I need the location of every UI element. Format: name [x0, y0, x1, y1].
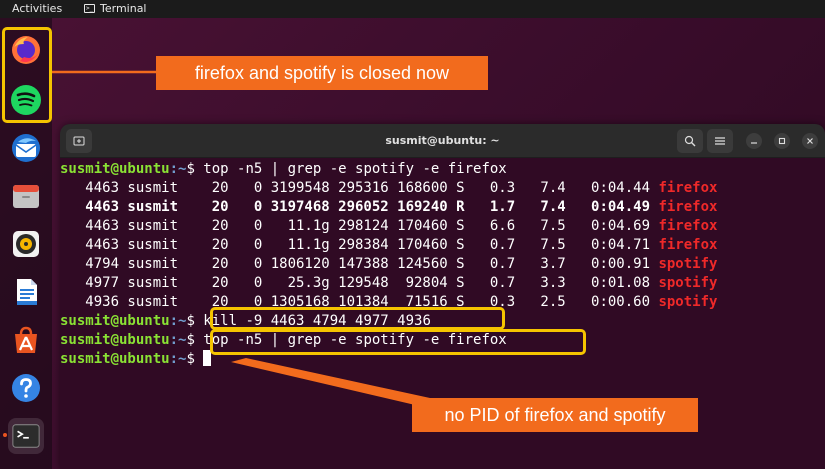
- active-app-menu[interactable]: >_ Terminal: [84, 2, 147, 15]
- help-icon[interactable]: [8, 370, 44, 406]
- prompt-symbol: $: [186, 161, 204, 177]
- prompt-path: :~: [169, 161, 187, 177]
- prompt-user: susmit@ubuntu: [60, 161, 170, 177]
- thunderbird-icon[interactable]: [8, 130, 44, 166]
- active-app-name: Terminal: [100, 2, 147, 15]
- table-row: 4463 susmit 20 0 11.1g 298124 170460 S 6…: [60, 218, 718, 234]
- command-first: top -n5 | grep -e spotify -e firefox: [203, 161, 507, 177]
- minimize-button[interactable]: [746, 133, 762, 149]
- search-icon: [684, 135, 696, 147]
- grep-command-highlight: [210, 329, 586, 355]
- table-row: 4794 susmit 20 0 1806120 147388 124560 S…: [60, 256, 718, 272]
- activities-button[interactable]: Activities: [12, 2, 62, 15]
- search-button[interactable]: [677, 129, 703, 153]
- maximize-button[interactable]: [774, 133, 790, 149]
- hamburger-icon: [715, 137, 725, 145]
- terminal-header-bar[interactable]: susmit@ubuntu: ~: [60, 124, 825, 158]
- table-row: 4463 susmit 20 0 3197468 296052 169240 R…: [60, 199, 718, 215]
- table-row: 4463 susmit 20 0 11.1g 298384 170460 S 0…: [60, 237, 718, 253]
- menu-button[interactable]: [707, 129, 733, 153]
- top-bar: Activities >_ Terminal: [0, 0, 825, 18]
- maximize-icon: [778, 137, 786, 145]
- prompt-line-first: susmit@ubuntu:~$ top -n5 | grep -e spoti…: [60, 160, 507, 179]
- callout-top: firefox and spotify is closed now: [156, 56, 488, 90]
- rhythmbox-icon[interactable]: [8, 226, 44, 262]
- app-center-icon[interactable]: [8, 322, 44, 358]
- running-indicator: [3, 433, 7, 437]
- prompt-line-current[interactable]: susmit@ubuntu:~$: [60, 350, 212, 369]
- callout-bottom: no PID of firefox and spotify: [412, 398, 698, 432]
- terminal-icon[interactable]: [8, 418, 44, 454]
- kill-command-highlight: [210, 307, 505, 330]
- close-button[interactable]: [802, 133, 818, 149]
- writer-icon[interactable]: [8, 274, 44, 310]
- table-row: 4463 susmit 20 0 3199548 295316 168600 S…: [60, 180, 718, 196]
- dock-apps-highlight: [2, 27, 52, 123]
- minimize-icon: [751, 142, 757, 144]
- terminal-mini-icon: >_: [84, 4, 95, 13]
- close-icon: [807, 138, 813, 144]
- files-icon[interactable]: [8, 178, 44, 214]
- table-row: 4977 susmit 20 0 25.3g 129548 92804 S 0.…: [60, 275, 718, 291]
